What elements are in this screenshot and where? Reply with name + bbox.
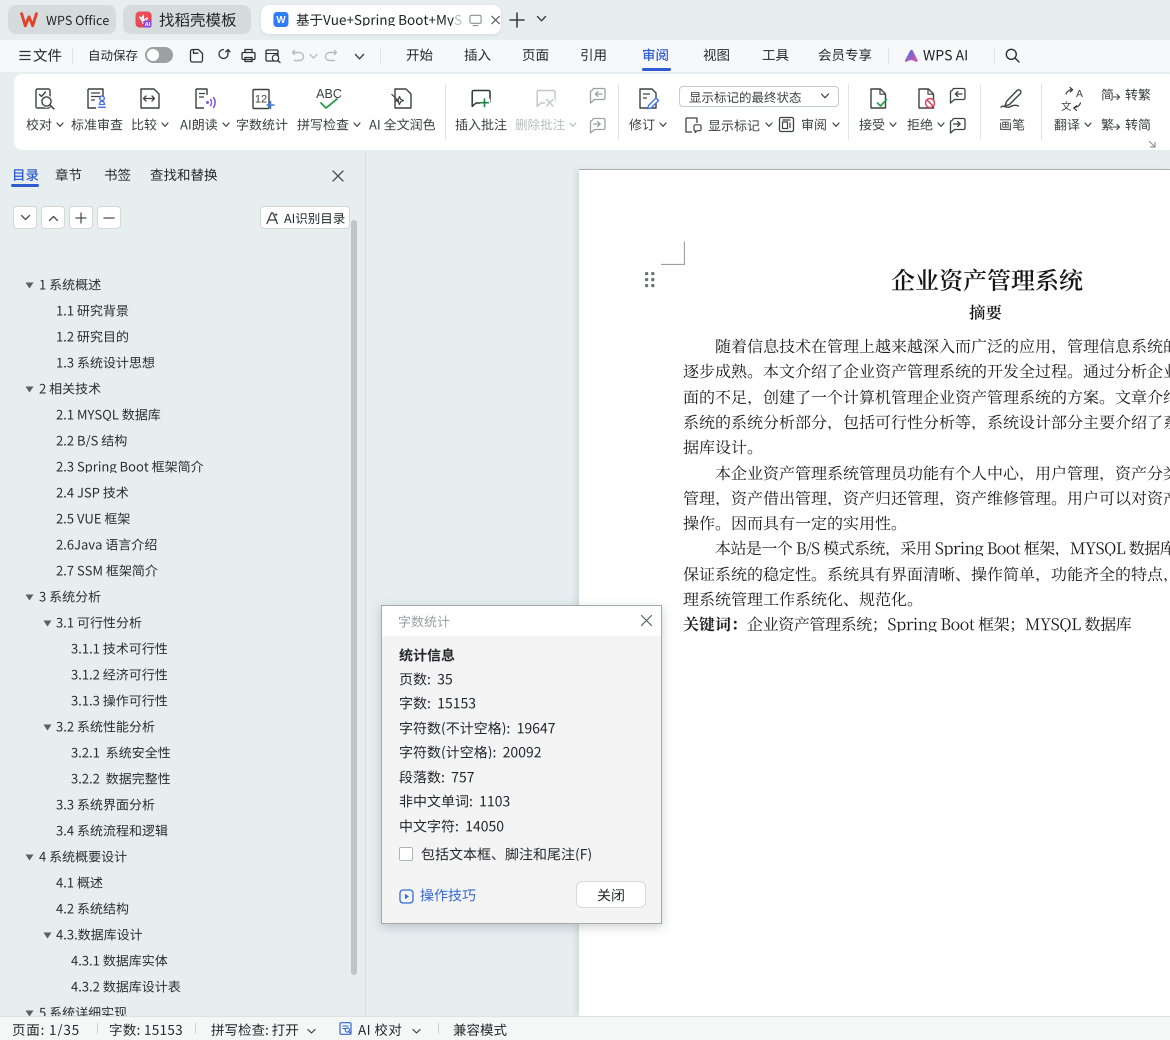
svg-text:AI: AI — [145, 22, 151, 28]
svg-text:12: 12 — [254, 94, 266, 106]
svg-text:W: W — [276, 15, 286, 26]
svg-text:A: A — [1076, 88, 1083, 100]
svg-text:ABC: ABC — [316, 87, 342, 101]
